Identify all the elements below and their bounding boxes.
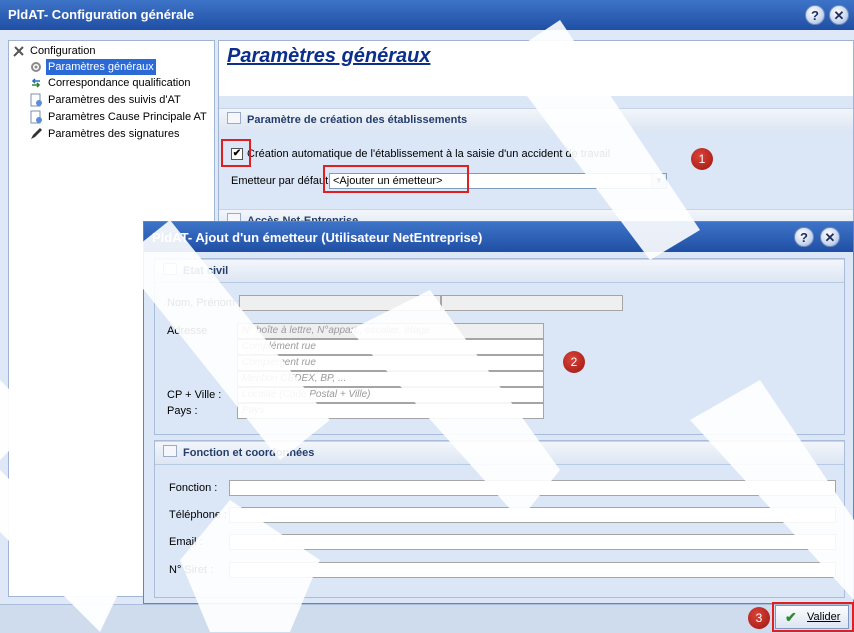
chevron-down-icon[interactable]: ▼ (651, 174, 666, 188)
dialog-titlebar: PldAT- Ajout d'un émetteur (Utilisateur … (144, 222, 853, 252)
fonction-group: Fonction et coordonnées Fonction : Télép… (154, 440, 845, 598)
highlight-emetteur (323, 165, 469, 193)
adresse-label: Adresse (167, 325, 208, 337)
group-icon (163, 445, 177, 457)
group-creation-etablissements: Paramètre de création des établissements (219, 108, 853, 132)
cp-ville-field[interactable]: Localité (Code Postal + Ville) (237, 387, 544, 403)
group-icon (163, 263, 177, 275)
group-title: Etat civil (183, 265, 229, 277)
arrows-icon (31, 78, 41, 88)
tools-icon (13, 46, 24, 57)
telephone-label: Téléphone : (169, 509, 228, 521)
step-badge-1: 1 (691, 148, 713, 170)
auto-creation-label: Création automatique de l'établissement … (247, 148, 611, 160)
highlight-checkbox (221, 139, 251, 167)
etat-civil-header: Etat civil (155, 259, 844, 283)
address-line-3[interactable]: Complément rue (237, 355, 544, 371)
add-emetteur-dialog: PldAT- Ajout d'un émetteur (Utilisateur … (143, 221, 854, 604)
gear-icon (31, 62, 41, 72)
nom-field[interactable] (239, 295, 441, 311)
valider-label: Valider (807, 611, 841, 623)
siret-label: N° Siret : (169, 564, 214, 576)
tree-item-label: Paramètres généraux (46, 59, 156, 75)
document-icon (30, 110, 42, 124)
valider-button[interactable]: ✔ Valider (775, 605, 849, 629)
checkmark-icon: ✔ (785, 609, 797, 625)
telephone-field[interactable] (229, 507, 836, 523)
help-icon[interactable]: ? (794, 227, 814, 247)
pen-icon (31, 128, 42, 139)
group-title: Fonction et coordonnées (183, 447, 315, 459)
help-icon[interactable]: ? (805, 5, 825, 25)
fonction-header: Fonction et coordonnées (155, 441, 844, 465)
close-icon[interactable]: ✕ (820, 227, 840, 247)
email-label: Email : (169, 536, 203, 548)
address-line-1[interactable]: N° boîte à lettre, N°appart., escalier, … (237, 323, 544, 339)
address-line-4[interactable]: Mention CEDEX, BP, ... (237, 371, 544, 387)
tree-item-label: Correspondance qualification (48, 77, 191, 89)
tree-item-label: Paramètres des suivis d'AT (48, 94, 181, 106)
dialog-title: PldAT- Ajout d'un émetteur (Utilisateur … (152, 230, 483, 245)
close-icon[interactable]: ✕ (829, 5, 849, 25)
nom-prenom-label: Nom, Prénom : (167, 297, 241, 309)
fonction-field[interactable] (229, 480, 836, 496)
email-field[interactable] (229, 534, 836, 550)
step-badge-2: 2 (563, 351, 585, 373)
footer-bar (0, 604, 854, 633)
tree-item-label: Paramètres Cause Principale AT (48, 111, 207, 123)
content-panel: Paramètres généraux Paramètre de créatio… (218, 40, 854, 233)
step-badge-3: 3 (748, 607, 770, 629)
emetteur-label: Emetteur par défaut (231, 175, 329, 187)
etat-civil-group: Etat civil Nom, Prénom : Adresse N° boît… (154, 258, 845, 435)
tree-root-label: Configuration (30, 45, 96, 57)
prenom-field[interactable] (441, 295, 623, 311)
pays-field[interactable]: Pays (237, 403, 544, 419)
cp-ville-label: CP + Ville : (167, 389, 222, 401)
document-icon (30, 93, 42, 107)
tree-item-label: Paramètres des signatures (48, 128, 180, 140)
pays-label: Pays : (167, 405, 198, 417)
page-title: Paramètres généraux (227, 45, 431, 67)
group-title: Paramètre de création des établissements (247, 114, 468, 126)
address-line-2[interactable]: Complément rue (237, 339, 544, 355)
main-titlebar: PldAT- Configuration générale ? ✕ (0, 0, 854, 30)
main-window-title: PldAT- Configuration générale (8, 7, 195, 22)
group-icon (227, 112, 241, 124)
fonction-label: Fonction : (169, 482, 218, 494)
siret-field[interactable] (229, 562, 836, 578)
